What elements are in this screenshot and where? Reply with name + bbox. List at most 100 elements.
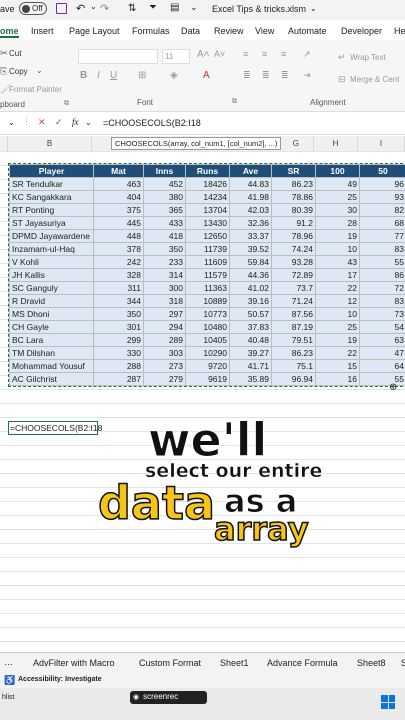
table-cell[interactable]: 289: [143, 333, 186, 347]
table-cell[interactable]: 71.24: [271, 294, 316, 308]
table-cell[interactable]: 41.98: [229, 190, 272, 204]
table-cell[interactable]: 87.56: [271, 307, 316, 321]
tab-formulas[interactable]: Formulas: [132, 26, 170, 36]
table-cell[interactable]: 11609: [185, 255, 230, 269]
table-cell[interactable]: ST Jayasuriya: [9, 216, 94, 230]
table-cell[interactable]: 242: [93, 255, 144, 269]
table-cell[interactable]: 294: [143, 320, 186, 334]
table-cell[interactable]: 22: [315, 281, 360, 295]
table-cell[interactable]: 303: [143, 346, 186, 360]
table-cell[interactable]: 83: [359, 242, 405, 256]
italic-icon[interactable]: I: [97, 70, 100, 81]
format-painter-button[interactable]: Format Painter: [9, 85, 62, 94]
table-header-cell[interactable]: 50: [359, 164, 405, 178]
name-box-dropdown-icon[interactable]: ⌄: [8, 118, 15, 127]
table-header-cell[interactable]: Player: [9, 164, 94, 178]
table-cell[interactable]: SR Tendulkar: [9, 177, 94, 191]
merge-center-button[interactable]: Merge & Cent: [350, 75, 399, 84]
table-cell[interactable]: 12: [315, 294, 360, 308]
table-cell[interactable]: 445: [93, 216, 144, 230]
table-cell[interactable]: 375: [93, 203, 144, 217]
table-cell[interactable]: 311: [93, 281, 144, 295]
table-cell[interactable]: JH Kallis: [9, 268, 94, 282]
table-cell[interactable]: 74.24: [271, 242, 316, 256]
table-cell[interactable]: AC Gilchrist: [9, 372, 94, 386]
sheet-tab[interactable]: Sheet8: [357, 658, 386, 668]
table-cell[interactable]: 44.83: [229, 177, 272, 191]
table-cell[interactable]: 10773: [185, 307, 230, 321]
bold-icon[interactable]: B: [80, 70, 87, 81]
table-cell[interactable]: 273: [143, 359, 186, 373]
table-cell[interactable]: 83: [359, 294, 405, 308]
table-header-cell[interactable]: Mat: [93, 164, 144, 178]
tab-scroll-icon[interactable]: …: [4, 657, 13, 667]
table-cell[interactable]: RT Ponting: [9, 203, 94, 217]
table-cell[interactable]: 10290: [185, 346, 230, 360]
table-cell[interactable]: 78.96: [271, 229, 316, 243]
cut-button[interactable]: Cut: [9, 49, 21, 58]
table-cell[interactable]: 28: [315, 216, 360, 230]
font-size-select[interactable]: 11: [162, 49, 190, 64]
filter-icon[interactable]: ⏷: [149, 2, 157, 13]
table-cell[interactable]: 448: [93, 229, 144, 243]
table-cell[interactable]: 10: [315, 242, 360, 256]
sheet-tab[interactable]: Advance Formula: [267, 658, 338, 668]
underline-icon[interactable]: U: [110, 70, 117, 81]
table-cell[interactable]: KC Sangakkara: [9, 190, 94, 204]
sheet-tab[interactable]: Sheet1: [220, 658, 249, 668]
column-header[interactable]: H: [314, 136, 358, 151]
indent-icon[interactable]: ⇥: [303, 70, 311, 81]
tab-help[interactable]: He: [394, 26, 405, 36]
table-cell[interactable]: 11363: [185, 281, 230, 295]
table-cell[interactable]: CH Gayle: [9, 320, 94, 334]
table-header-cell[interactable]: Runs: [185, 164, 230, 178]
customize-icon[interactable]: ⌄: [190, 2, 198, 13]
table-cell[interactable]: 59.84: [229, 255, 272, 269]
sheet-tab[interactable]: AdvFilter with Macro: [33, 658, 115, 668]
column-header[interactable]: I: [358, 136, 405, 151]
windows-start-icon[interactable]: [381, 695, 395, 709]
table-cell[interactable]: 9720: [185, 359, 230, 373]
table-cell[interactable]: 300: [143, 281, 186, 295]
table-cell[interactable]: 37.83: [229, 320, 272, 334]
table-cell[interactable]: 297: [143, 307, 186, 321]
table-cell[interactable]: 40.48: [229, 333, 272, 347]
table-cell[interactable]: Mohammad Yousuf: [9, 359, 94, 373]
table-cell[interactable]: 54: [359, 320, 405, 334]
table-header-cell[interactable]: 100: [315, 164, 360, 178]
table-cell[interactable]: 87.19: [271, 320, 316, 334]
save-icon[interactable]: [56, 3, 67, 14]
fill-color-icon[interactable]: ◈: [170, 70, 178, 81]
copy-icon[interactable]: ⎘: [0, 66, 7, 77]
table-cell[interactable]: 288: [93, 359, 144, 373]
table-cell[interactable]: 41.71: [229, 359, 272, 373]
table-cell[interactable]: 19: [315, 229, 360, 243]
table-cell[interactable]: 11579: [185, 268, 230, 282]
table-cell[interactable]: 49: [315, 177, 360, 191]
table-cell[interactable]: 30: [315, 203, 360, 217]
table-cell[interactable]: 93: [359, 190, 405, 204]
table-cell[interactable]: 55: [359, 255, 405, 269]
file-name-chevron-icon[interactable]: ⌄: [310, 4, 317, 13]
table-cell[interactable]: 418: [143, 229, 186, 243]
borders-icon[interactable]: ⊞: [138, 70, 146, 81]
table-cell[interactable]: 79.51: [271, 333, 316, 347]
increase-font-icon[interactable]: A˄: [197, 49, 210, 60]
table-cell[interactable]: 17: [315, 268, 360, 282]
align-center-icon[interactable]: ≣: [262, 70, 270, 81]
table-cell[interactable]: 39.27: [229, 346, 272, 360]
tab-automate[interactable]: Automate: [288, 26, 327, 36]
tab-home[interactable]: ome: [0, 26, 19, 38]
table-cell[interactable]: 350: [93, 307, 144, 321]
table-cell[interactable]: 10480: [185, 320, 230, 334]
table-cell[interactable]: 39.16: [229, 294, 272, 308]
table-cell[interactable]: 43: [315, 255, 360, 269]
decrease-font-icon[interactable]: A˅: [214, 49, 225, 59]
table-cell[interactable]: 73.7: [271, 281, 316, 295]
table-cell[interactable]: 433: [143, 216, 186, 230]
table-cell[interactable]: 82: [359, 203, 405, 217]
table-cell[interactable]: 344: [93, 294, 144, 308]
table-cell[interactable]: 10405: [185, 333, 230, 347]
enter-button[interactable]: ✓: [55, 117, 63, 128]
table-cell[interactable]: 55: [359, 372, 405, 386]
